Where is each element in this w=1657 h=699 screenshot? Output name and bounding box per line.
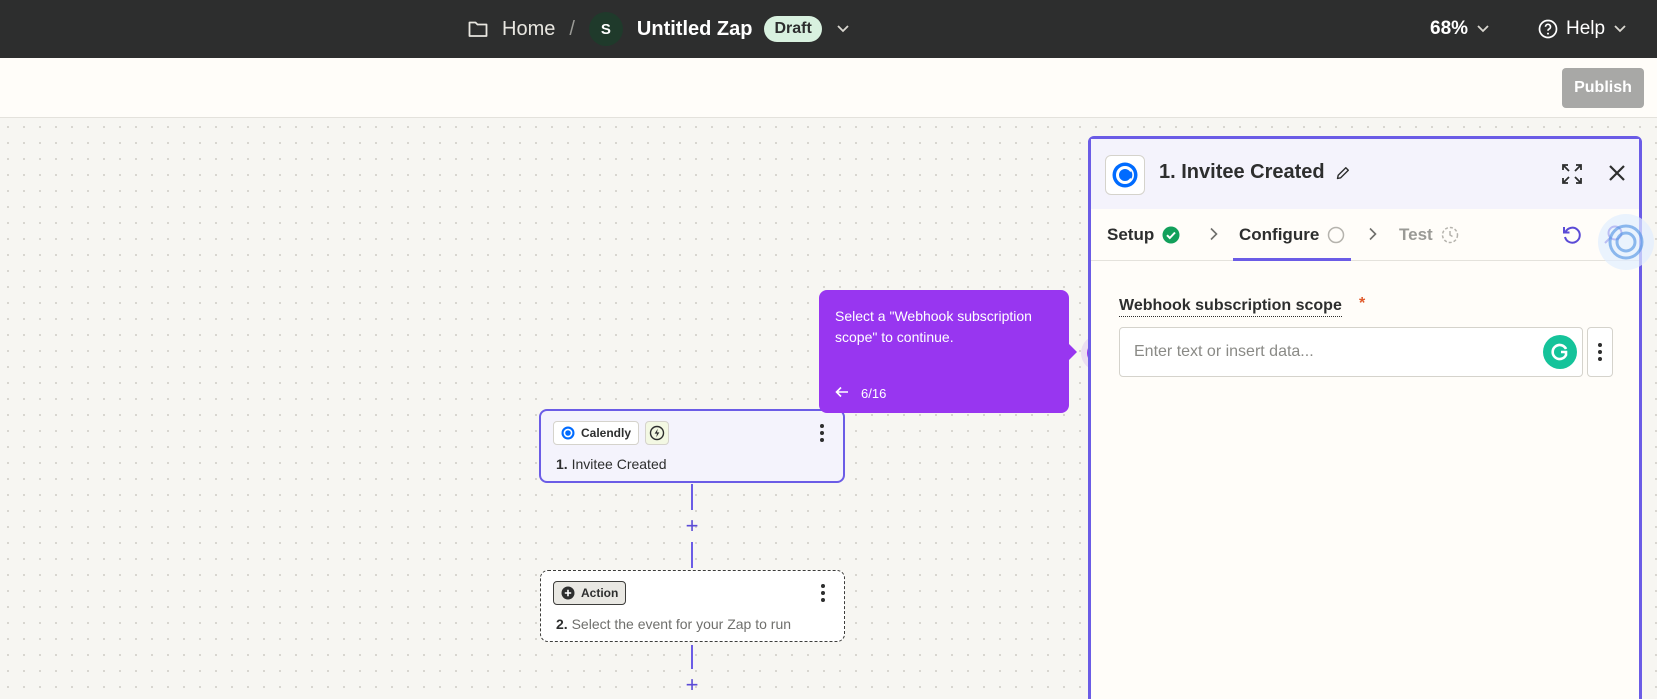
zoom-level: 68% [1430,18,1469,39]
calendly-logo-icon [1105,155,1145,195]
field-options-button[interactable] [1587,327,1613,377]
webhook-scope-input[interactable]: Enter text or insert data... [1119,327,1583,377]
kebab-icon [1597,343,1603,361]
breadcrumb-separator: / [569,17,575,40]
help-label: Help [1566,18,1606,39]
tab-label: Configure [1239,225,1320,244]
refresh-icon[interactable] [1561,224,1583,251]
tooltip-progress: 6/16 [861,386,887,401]
connector-line [691,645,693,669]
arrow-left-icon[interactable] [835,386,849,401]
status-badge: Draft [764,16,822,42]
action-badge: Action [553,581,627,605]
tooltip-nav: 6/16 [835,386,886,401]
tooltip-pointer [1067,342,1077,362]
check-circle-icon [1162,226,1180,244]
plus-icon[interactable]: + [683,515,701,537]
kebab-icon[interactable] [819,424,825,442]
panel-header: 1. Invitee Created [1091,139,1639,209]
step-number: 2. [556,616,568,632]
circle-icon [1328,226,1345,244]
kebab-icon[interactable] [820,584,826,602]
action-label: Action [581,586,619,600]
breadcrumb: Home / S Untitled Zap Draft [468,0,850,58]
chevron-down-icon [1613,24,1627,34]
step-editor-panel: 1. Invitee Created Setup Configure Test [1088,136,1642,699]
trigger-step-card[interactable]: Calendly 1. Invitee Created [539,409,845,483]
step-number: 1. [556,456,568,472]
editor-toolbar: Publish [0,58,1657,118]
timer-icon [1441,226,1458,244]
top-bar: Home / S Untitled Zap Draft 68% Help [0,0,1657,58]
lightning-icon [645,421,670,445]
pencil-icon[interactable] [1335,165,1351,181]
help-circle-icon [1538,19,1558,39]
chevron-down-icon[interactable] [836,24,850,34]
help-menu[interactable]: Help [1538,0,1627,58]
field-label: Webhook subscription scope [1119,297,1342,317]
close-icon[interactable] [1607,163,1627,188]
chevron-down-icon [1476,24,1490,34]
folder-icon[interactable] [468,18,490,40]
zoom-control[interactable]: 68% [1430,0,1490,58]
publish-button[interactable]: Publish [1562,68,1644,108]
panel-title-text: 1. Invitee Created [1159,161,1325,183]
expand-icon[interactable] [1561,163,1583,190]
panel-title[interactable]: 1. Invitee Created [1159,161,1351,184]
connector-line [691,484,693,510]
plus-icon[interactable]: + [683,674,701,696]
home-link[interactable]: Home [502,18,555,41]
zap-title[interactable]: Untitled Zap [637,18,753,41]
plus-circle-icon [561,586,575,600]
required-indicator: * [1359,295,1366,312]
chevron-right-icon [1209,227,1219,246]
step-tabs: Setup Configure Test [1091,209,1639,261]
connector-line [691,542,693,568]
avatar[interactable]: S [588,12,623,46]
action-step-card[interactable]: Action 2. Select the event for your Zap … [540,570,845,642]
walkthrough-tooltip: Select a "Webhook subscription scope" to… [819,290,1077,413]
tab-configure[interactable]: Configure [1232,209,1352,261]
calendly-logo-icon [561,426,575,440]
step-title: 1. Invitee Created [556,456,667,472]
step-name: Select the event for your Zap to run [571,616,792,632]
tooltip-message: Select a "Webhook subscription scope" to… [835,308,1032,345]
app-badge: Calendly [553,421,640,445]
extension-icon[interactable] [1598,214,1654,270]
tab-label: Setup [1107,225,1155,244]
chevron-right-icon [1368,227,1378,246]
tab-test[interactable]: Test [1399,209,1459,261]
app-name: Calendly [581,426,632,440]
tab-label: Test [1399,225,1433,244]
step-title: 2. Select the event for your Zap to run [556,616,791,632]
step-name: Invitee Created [571,456,667,472]
grammarly-icon[interactable] [1543,335,1577,369]
tab-setup[interactable]: Setup [1107,209,1180,261]
